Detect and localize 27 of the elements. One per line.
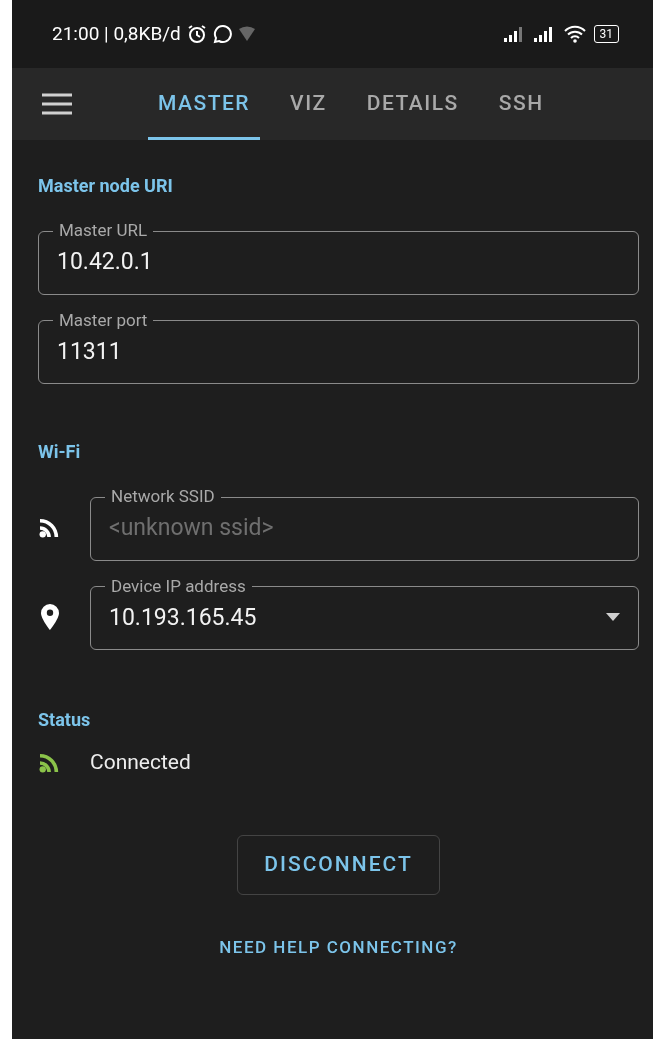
input-field[interactable]: 10.42.0.1	[57, 245, 620, 280]
alarm-clock-icon	[186, 24, 207, 44]
battery-indicator: 31	[593, 25, 619, 43]
signal-icon	[39, 517, 61, 538]
wifi-icon	[563, 25, 586, 43]
dropdown-caret-icon	[606, 612, 620, 621]
chat-bubble-icon	[212, 24, 233, 44]
field-label: Master URL	[59, 220, 148, 240]
tab[interactable]: MASTER	[148, 68, 261, 140]
signal-icon	[39, 752, 61, 773]
field-label: Network SSID	[111, 486, 215, 506]
status-text: Connected	[90, 749, 191, 776]
section-title: Wi-Fi	[38, 440, 82, 464]
field-label: Device IP address	[111, 575, 246, 596]
tab[interactable]: SSH	[488, 68, 554, 140]
section-title: Master node URI	[38, 174, 174, 198]
location-pin-icon	[41, 604, 59, 631]
input-field[interactable]: 11311	[57, 334, 620, 369]
help-link[interactable]: NEED HELP CONNECTING?	[219, 934, 458, 960]
tab[interactable]: DETAILS	[356, 68, 469, 140]
section-title: Status	[38, 708, 92, 732]
status-time: 21:00 | 0,8KB/d	[52, 20, 181, 47]
input-field[interactable]: <unknown ssid>	[109, 511, 620, 546]
disconnect-button[interactable]: DISCONNECT	[237, 834, 440, 895]
field-label: Master port	[59, 309, 148, 330]
tab[interactable]: VIZ	[280, 68, 337, 140]
dropdown-field[interactable]: 10.193.165.45	[109, 600, 606, 635]
